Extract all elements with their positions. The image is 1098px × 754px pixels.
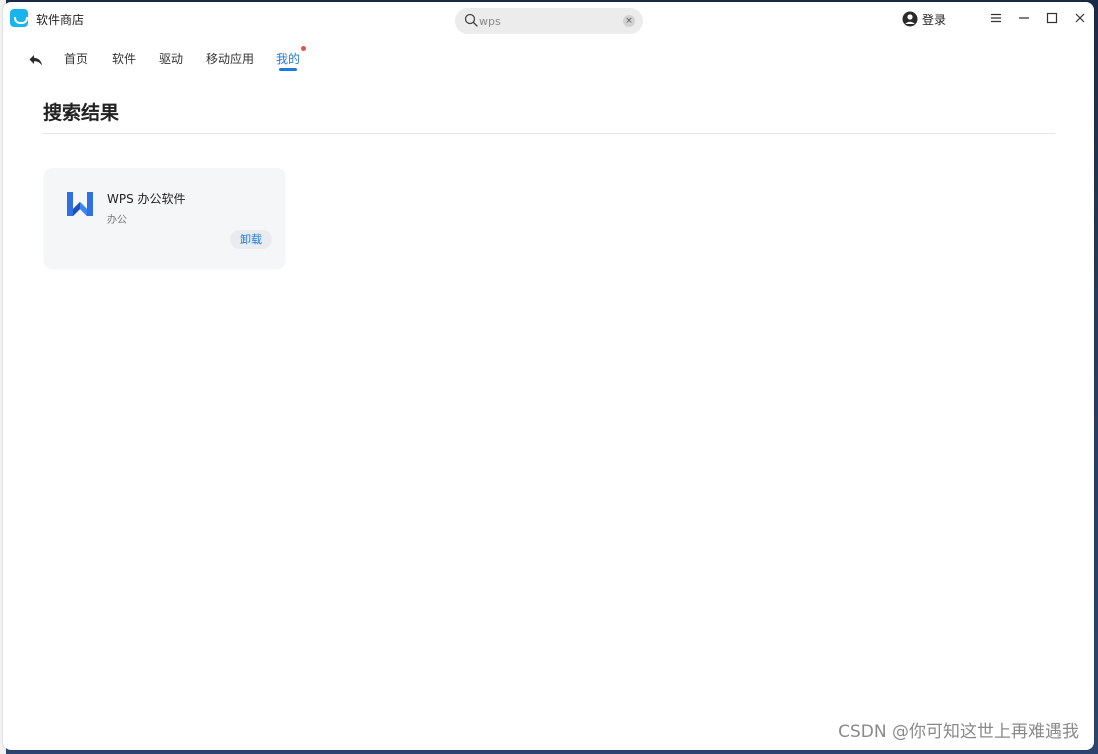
search-input[interactable] xyxy=(479,11,619,31)
app-name: WPS 办公软件 xyxy=(107,192,186,206)
result-card[interactable]: WPS 办公软件 办公 卸载 xyxy=(44,168,285,268)
minimize-icon xyxy=(1019,17,1029,19)
search-box[interactable]: × xyxy=(455,8,643,34)
user-icon xyxy=(902,11,918,27)
tab-mine[interactable]: 我的 xyxy=(276,50,300,67)
search-icon xyxy=(464,13,478,27)
menu-icon xyxy=(991,13,1001,23)
login-button[interactable]: 登录 xyxy=(902,10,946,28)
close-button[interactable] xyxy=(1072,10,1088,26)
maximize-button[interactable] xyxy=(1044,10,1060,26)
divider xyxy=(43,133,1055,134)
back-button[interactable] xyxy=(27,51,45,69)
app-window: 软件商店 × 登录 xyxy=(3,2,1094,750)
search-clear-icon[interactable]: × xyxy=(623,15,635,27)
tab-software[interactable]: 软件 xyxy=(112,50,136,67)
tab-mobile-apps[interactable]: 移动应用 xyxy=(206,50,254,67)
notification-dot xyxy=(301,46,306,51)
back-arrow-icon xyxy=(29,55,42,66)
login-label: 登录 xyxy=(922,12,947,27)
uninstall-button[interactable]: 卸载 xyxy=(230,230,272,249)
tab-home[interactable]: 首页 xyxy=(64,50,88,67)
menu-button[interactable] xyxy=(988,10,1004,26)
maximize-icon xyxy=(1046,12,1058,24)
watermark: CSDN @你可知这世上再难遇我 xyxy=(838,722,1079,742)
active-tab-indicator xyxy=(279,68,297,71)
title-bar: 软件商店 × 登录 xyxy=(3,2,1094,36)
wps-icon xyxy=(67,192,93,216)
minimize-button[interactable] xyxy=(1016,10,1032,26)
app-category: 办公 xyxy=(107,215,127,226)
close-icon xyxy=(1075,13,1085,23)
shopping-bag-icon xyxy=(10,9,28,27)
app-title: 软件商店 xyxy=(36,13,85,27)
tab-driver[interactable]: 驱动 xyxy=(159,50,183,67)
page-title: 搜索结果 xyxy=(43,102,120,124)
